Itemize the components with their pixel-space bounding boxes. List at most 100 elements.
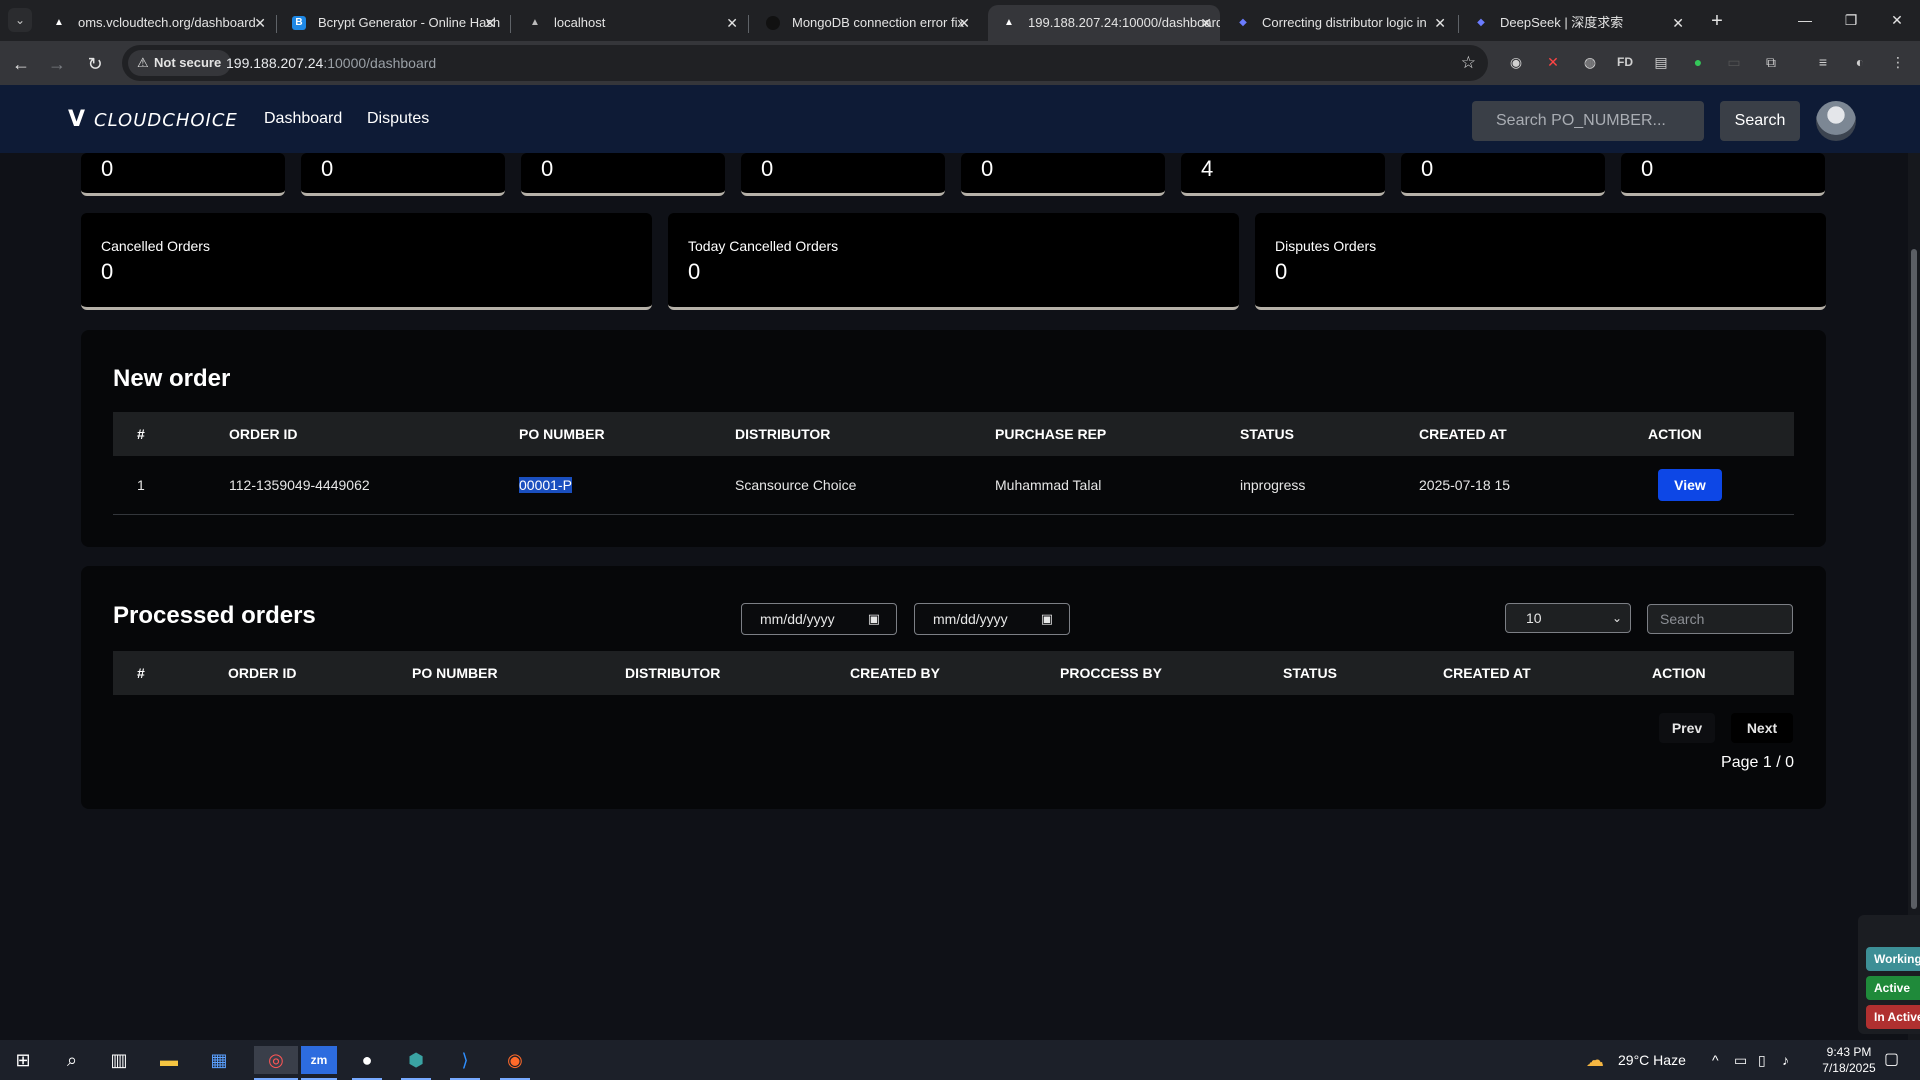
status-active-button[interactable]: Active [1866, 976, 1920, 1000]
tray-chevron-up-icon[interactable]: ^ [1712, 1040, 1719, 1080]
extension-fd-icon[interactable]: FD [1615, 52, 1635, 72]
minimize-icon[interactable]: — [1782, 0, 1828, 41]
nav-disputes-link[interactable]: Disputes [367, 109, 429, 129]
extension-green-icon[interactable]: ● [1688, 52, 1708, 72]
triangle-favicon-icon: ▲ [1004, 17, 1014, 28]
tab-separator [510, 15, 511, 33]
stat-card: 0 [1621, 153, 1825, 196]
tab-title: MongoDB connection error fix [792, 15, 964, 30]
not-secure-chip[interactable]: ⚠ Not secure [128, 50, 232, 76]
tab-title: Correcting distributor logic in [1262, 15, 1427, 30]
view-button[interactable]: View [1658, 468, 1722, 501]
tab-title: localhost [554, 15, 606, 30]
avatar[interactable] [1816, 101, 1856, 141]
network-icon[interactable]: ▯ [1758, 1040, 1766, 1080]
bookmark-star-icon[interactable]: ☆ [1461, 45, 1476, 81]
next-button[interactable]: Next [1731, 713, 1793, 743]
deepseek-favicon-icon: ◆ [1477, 17, 1485, 28]
chrome-icon[interactable]: ◎ [254, 1046, 298, 1074]
status-working-button[interactable]: Working [1866, 947, 1920, 971]
browser-tab[interactable]: B Bcrypt Generator - Online Hash ✕ [278, 5, 504, 41]
taskbar-clock[interactable]: 9:43 PM 7/18/2025 [1814, 1044, 1884, 1076]
search-icon[interactable]: ⌕ [57, 1046, 87, 1074]
url-text[interactable]: 199.188.207.24:10000/dashboard [226, 45, 436, 81]
start-date-input[interactable]: mm/dd/yyyy ▣ [741, 603, 897, 635]
section-title: Processed orders [113, 602, 316, 629]
close-icon[interactable]: ✕ [484, 5, 496, 41]
action-cell: View [1648, 456, 1794, 515]
calendar-icon[interactable]: ▣ [868, 604, 880, 634]
chevron-down-icon: ⌄ [1611, 611, 1622, 625]
browser-tab[interactable]: ◆ Correcting distributor logic in ✕ [1222, 5, 1454, 41]
browser-tab[interactable]: ▲ localhost ✕ [514, 5, 746, 41]
battery-icon[interactable]: ▭ [1734, 1040, 1747, 1080]
reload-icon[interactable]: ↻ [82, 51, 108, 77]
deepseek-favicon-icon: ◆ [1239, 17, 1247, 28]
end-date-input[interactable]: mm/dd/yyyy ▣ [914, 603, 1070, 635]
postman-icon[interactable]: ◉ [500, 1046, 530, 1074]
column-header: ORDER ID [228, 665, 297, 681]
extensions-puzzle-icon[interactable]: ⧉ [1761, 52, 1781, 72]
volume-icon[interactable]: ♪ [1782, 1040, 1789, 1080]
extension-globe-icon[interactable]: ◍ [1580, 52, 1600, 72]
url-host: 199.188.207.24 [226, 55, 324, 71]
store-icon[interactable]: ▦ [204, 1046, 234, 1074]
close-icon[interactable]: ✕ [1672, 5, 1684, 41]
mongodb-compass-icon[interactable]: ● [352, 1046, 382, 1074]
notification-icon[interactable]: ▢ [1884, 1040, 1899, 1080]
close-window-icon[interactable]: ✕ [1874, 0, 1920, 41]
zoom-icon[interactable]: zm [301, 1046, 337, 1074]
profile-icon[interactable]: ◐ [1850, 52, 1870, 72]
vscode-icon[interactable]: ⟩ [450, 1046, 480, 1074]
close-icon[interactable]: ✕ [726, 5, 738, 41]
windows-start-icon[interactable]: ⊞ [8, 1046, 38, 1074]
not-secure-label: Not secure [154, 55, 222, 70]
calendar-icon[interactable]: ▣ [1041, 604, 1053, 634]
browser-tab[interactable]: ▲ oms.vcloudtech.org/dashboard ✕ [38, 5, 274, 41]
extension-image-icon[interactable]: ▤ [1651, 52, 1671, 72]
forward-icon[interactable]: → [44, 51, 70, 77]
table-search-input[interactable] [1647, 604, 1793, 634]
prev-button[interactable]: Prev [1659, 713, 1715, 743]
close-icon[interactable]: ✕ [1434, 5, 1446, 41]
new-tab-plus-icon[interactable]: + [1704, 8, 1730, 34]
column-header: STATUS [1240, 426, 1294, 442]
file-explorer-icon[interactable]: ▬ [154, 1046, 184, 1074]
bcrypt-favicon-icon: B [292, 16, 306, 30]
status-inactive-button[interactable]: In Active [1866, 1005, 1920, 1029]
browser-tab[interactable]: ◆ DeepSeek | 深度求索 ✕ [1460, 5, 1692, 41]
browser-menu-icon[interactable]: ⋮ [1888, 52, 1908, 72]
extension-x-icon[interactable]: ✕ [1543, 52, 1563, 72]
hexagon-app-icon[interactable]: ⬢ [401, 1046, 431, 1074]
browser-tab-active[interactable]: ▲ 199.188.207.24:10000/dashboard ✕ [988, 5, 1220, 41]
extension-gray-icon[interactable]: ▭ [1724, 52, 1744, 72]
omnibox[interactable]: ⚠ Not secure 199.188.207.24:10000/dashbo… [122, 45, 1488, 81]
task-view-icon[interactable]: ▥ [104, 1046, 134, 1074]
weather-text[interactable]: 29°C Haze [1618, 1040, 1686, 1080]
close-icon[interactable]: ✕ [1200, 5, 1212, 41]
scrollbar-thumb[interactable] [1911, 249, 1917, 909]
po-search-input[interactable] [1472, 101, 1704, 141]
section-title: New order [113, 365, 231, 392]
table-header-row: # ORDER ID PO NUMBER DISTRIBUTOR CREATED… [113, 651, 1794, 695]
media-control-icon[interactable]: ≡ [1813, 52, 1833, 72]
search-button[interactable]: Search [1720, 101, 1800, 141]
extension-glasses-icon[interactable]: ◉ [1506, 52, 1526, 72]
page-size-select[interactable]: 10 ⌄ [1505, 603, 1631, 633]
restore-icon[interactable]: ❐ [1828, 0, 1874, 41]
page-scrollbar[interactable] [1908, 153, 1920, 1040]
close-icon[interactable]: ✕ [958, 5, 970, 41]
nav-dashboard-link[interactable]: Dashboard [264, 109, 342, 129]
distributor-cell: Scansource Choice [735, 456, 995, 515]
processed-orders-panel: Processed orders mm/dd/yyyy ▣ mm/dd/yyyy… [81, 566, 1826, 809]
table-header-row: # ORDER ID PO NUMBER DISTRIBUTOR PURCHAS… [113, 412, 1794, 456]
url-path: :10000/dashboard [323, 55, 437, 71]
browser-tab[interactable]: MongoDB connection error fix ✕ [752, 5, 978, 41]
stat-card: 0 [961, 153, 1165, 196]
weather-icon[interactable]: ☁ [1586, 1040, 1604, 1080]
column-header: DISTRIBUTOR [625, 665, 721, 681]
tab-search-chevron-icon[interactable]: ⌄ [8, 8, 32, 32]
close-icon[interactable]: ✕ [254, 5, 266, 41]
po-number-cell: 00001-P [519, 456, 735, 515]
back-icon[interactable]: ← [8, 51, 34, 77]
